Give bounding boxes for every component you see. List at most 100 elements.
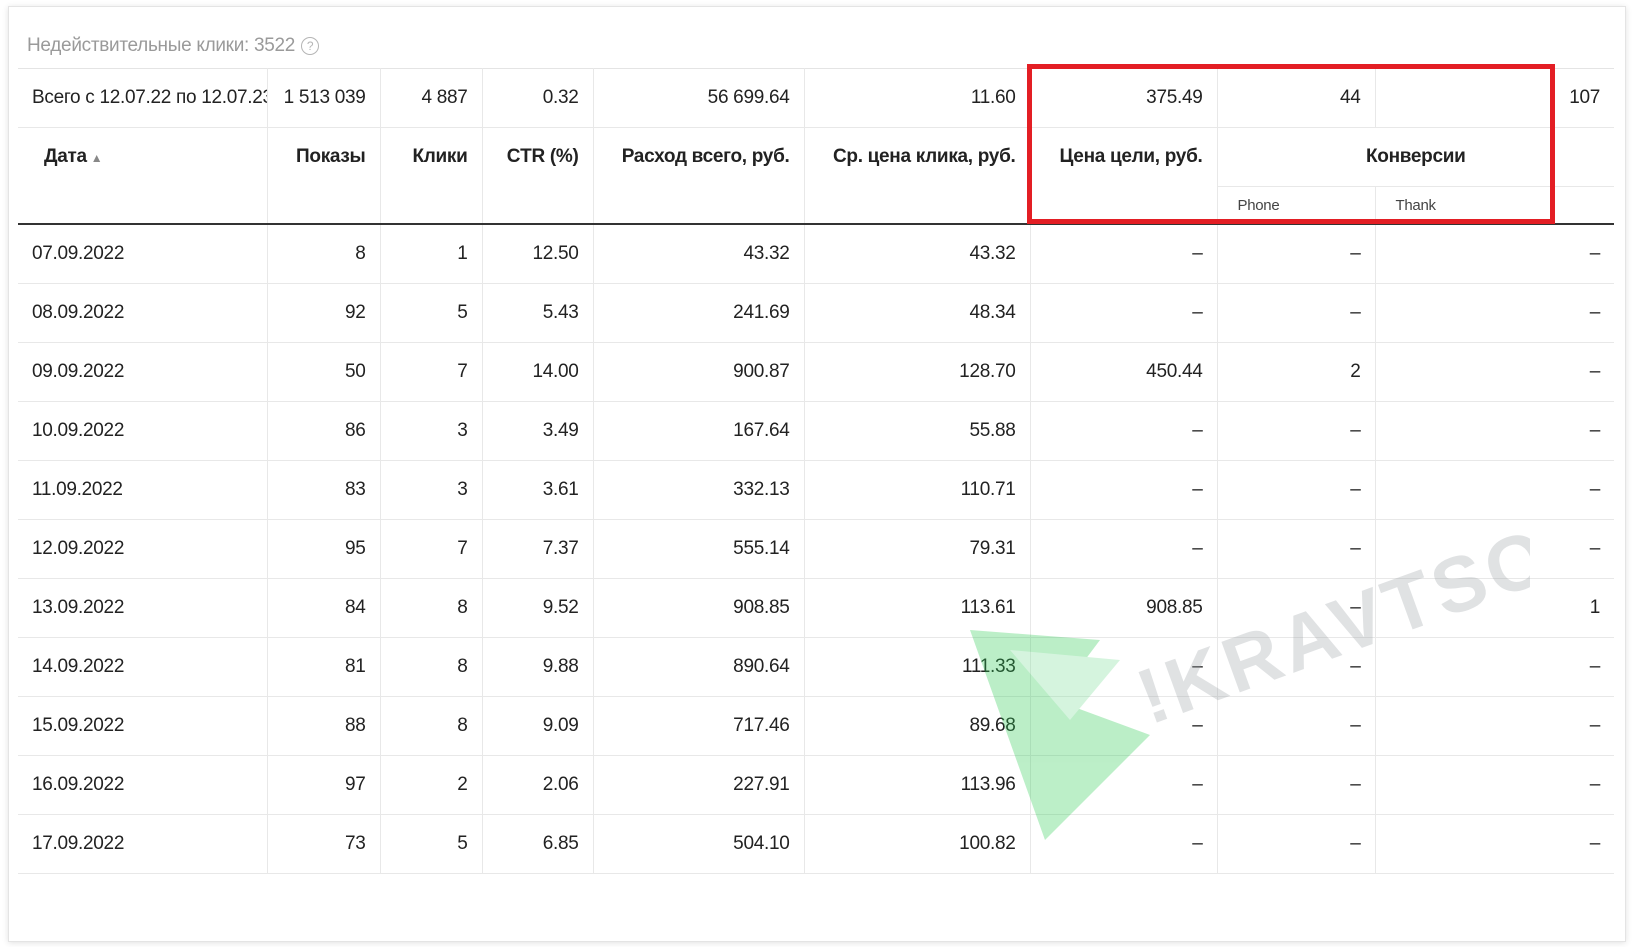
cell-goal-cost: – [1030,696,1218,756]
cell-thank: – [1375,401,1614,461]
column-header-clicks[interactable]: Клики [380,127,483,225]
cell-spend: 43.32 [593,224,805,284]
cell-date: 17.09.2022 [18,814,268,874]
cell-ctr: 3.49 [482,401,594,461]
cell-goal-cost: – [1030,224,1218,284]
cell-date: 14.09.2022 [18,637,268,697]
cell-impressions: 50 [267,342,381,402]
cell-date: 07.09.2022 [18,224,268,284]
table-row: 12.09.2022 95 7 7.37 555.14 79.31– – – [18,519,1614,579]
cell-date: 11.09.2022 [18,460,268,520]
cell-avg-cpc: 113.61 [804,578,1031,638]
cell-thank: – [1375,460,1614,520]
cell-ctr: 9.88 [482,637,594,697]
table-row: 13.09.2022 84 8 9.52 908.85 113.61 908.85–1 [18,578,1614,638]
cell-impressions: 73 [267,814,381,874]
column-header-spend[interactable]: Расход всего, руб. [593,127,805,225]
cell-goal-cost: – [1030,814,1218,874]
cell-thank: – [1375,637,1614,697]
column-header-date[interactable]: Дата ▲ [18,127,268,225]
cell-clicks: 5 [380,283,483,343]
column-header-ctr[interactable]: CTR (%) [482,127,594,225]
cell-date: 09.09.2022 [18,342,268,402]
cell-avg-cpc: 79.31 [804,519,1031,579]
table-row: 15.09.2022 88 8 9.09 717.46 89.68– – – [18,696,1614,756]
cell-goal-cost: – [1030,460,1218,520]
cell-avg-cpc: 100.82 [804,814,1031,874]
cell-ctr: 3.61 [482,460,594,520]
cell-date: 08.09.2022 [18,283,268,343]
cell-spend: 900.87 [593,342,805,402]
column-header-thank[interactable]: Thank [1375,186,1614,225]
cell-thank: – [1375,519,1614,579]
table-row: 17.09.2022 73 5 6.85 504.10 100.82– – – [18,814,1614,874]
cell-spend: 555.14 [593,519,805,579]
cell-spend: 332.13 [593,460,805,520]
cell-clicks: 3 [380,401,483,461]
cell-impressions: 8 [267,224,381,284]
cell-avg-cpc: 48.34 [804,283,1031,343]
cell-avg-cpc: 43.32 [804,224,1031,284]
cell-clicks: 5 [380,814,483,874]
cell-phone: – [1217,755,1376,815]
cell-thank: – [1375,755,1614,815]
cell-ctr: 6.85 [482,814,594,874]
cell-ctr: 14.00 [482,342,594,402]
cell-ctr: 9.52 [482,578,594,638]
cell-phone: – [1217,519,1376,579]
cell-spend: 717.46 [593,696,805,756]
help-icon[interactable]: ? [301,37,320,55]
column-header-phone[interactable]: Phone [1217,186,1376,225]
cell-avg-cpc: 55.88 [804,401,1031,461]
cell-spend: 504.10 [593,814,805,874]
table-row: 07.09.2022 8 1 12.50 43.32 43.32– – – [18,224,1614,284]
cell-clicks: 8 [380,637,483,697]
cell-ctr: 2.06 [482,755,594,815]
cell-goal-cost: 450.44 [1030,342,1218,402]
cell-phone: 2 [1217,342,1376,402]
totals-spend: 56 699.64 [593,68,805,128]
cell-impressions: 84 [267,578,381,638]
totals-row: Всего с 12.07.22 по 12.07.23 1 513 039 4… [18,68,1614,128]
column-header-conversions[interactable]: Конверсии [1217,127,1614,187]
invalid-clicks-label: Недействительные клики: 3522 [27,35,296,56]
cell-date: 13.09.2022 [18,578,268,638]
cell-date: 12.09.2022 [18,519,268,579]
cell-impressions: 83 [267,460,381,520]
cell-thank: – [1375,814,1614,874]
table-row: 16.09.2022 97 2 2.06 227.91 113.96– – – [18,755,1614,815]
stats-table: Всего с 12.07.22 по 12.07.23 1 513 039 4… [18,68,1614,874]
cell-phone: – [1217,578,1376,638]
cell-avg-cpc: 111.33 [804,637,1031,697]
table-row: 10.09.2022 86 3 3.49 167.64 55.88– – – [18,401,1614,461]
cell-phone: – [1217,283,1376,343]
cell-avg-cpc: 128.70 [804,342,1031,402]
cell-goal-cost: – [1030,283,1218,343]
cell-impressions: 86 [267,401,381,461]
column-header-avg-cpc[interactable]: Ср. цена клика, руб. [804,127,1031,225]
cell-thank: – [1375,283,1614,343]
cell-clicks: 8 [380,696,483,756]
totals-impressions: 1 513 039 [267,68,381,128]
cell-thank: 1 [1375,578,1614,638]
cell-clicks: 7 [380,519,483,579]
cell-thank: – [1375,696,1614,756]
cell-phone: – [1217,814,1376,874]
cell-avg-cpc: 110.71 [804,460,1031,520]
cell-clicks: 1 [380,224,483,284]
column-header-date-label: Дата [44,146,87,167]
totals-conv-phone: 44 [1217,68,1376,128]
cell-impressions: 92 [267,283,381,343]
cell-thank: – [1375,224,1614,284]
cell-phone: – [1217,224,1376,284]
cell-goal-cost: – [1030,637,1218,697]
column-header-impressions[interactable]: Показы [267,127,381,225]
totals-label: Всего с 12.07.22 по 12.07.23 [18,68,268,128]
cell-goal-cost: – [1030,755,1218,815]
cell-goal-cost: – [1030,519,1218,579]
sort-ascending-icon[interactable]: ▲ [91,151,103,165]
column-header-goal-cost[interactable]: Цена цели, руб. [1030,127,1218,225]
cell-phone: – [1217,460,1376,520]
cell-ctr: 7.37 [482,519,594,579]
totals-avg-cpc: 11.60 [804,68,1031,128]
